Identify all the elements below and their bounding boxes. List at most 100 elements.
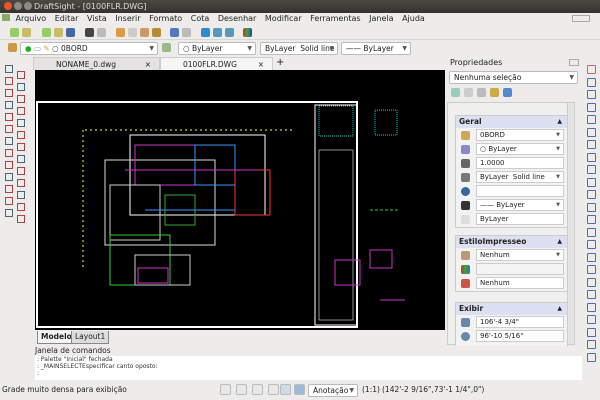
polyline-tool-icon[interactable] (17, 71, 25, 79)
ortho-toggle-icon[interactable] (252, 384, 263, 395)
minimize-window-icon[interactable] (14, 2, 22, 10)
edit-block-tool-icon[interactable] (587, 290, 596, 299)
rotate-tool-icon[interactable] (587, 152, 596, 162)
rectangle-tool-icon[interactable] (5, 89, 13, 97)
undo-icon[interactable] (170, 28, 179, 37)
zoom-icon[interactable] (225, 28, 234, 37)
lengthen-tool-icon[interactable] (587, 302, 596, 312)
polygon-tool-icon[interactable] (17, 95, 25, 103)
array-tool-icon[interactable] (5, 197, 13, 205)
region-tool-icon[interactable] (5, 161, 13, 169)
arc-tool-icon[interactable] (17, 83, 25, 91)
layer-select[interactable]: ● ▭ ✎ ○ 0BORD ▼ (20, 42, 158, 55)
cut-icon[interactable] (116, 28, 125, 37)
insert-tool-icon[interactable] (17, 167, 25, 175)
menu-janela[interactable]: Janela (369, 14, 393, 23)
open-icon[interactable] (54, 28, 63, 37)
color-field[interactable]: ○ ByLayer ▼ (476, 143, 564, 155)
select-objects-icon[interactable] (451, 88, 460, 97)
paste-icon[interactable] (140, 28, 149, 37)
drawing-canvas[interactable] (35, 70, 445, 330)
properties-scrollbar[interactable] (567, 103, 574, 344)
etrack-toggle-icon[interactable] (294, 384, 305, 395)
move-tool-icon[interactable] (587, 140, 596, 149)
spline-tool-icon[interactable] (17, 107, 25, 115)
transparency-field[interactable]: ByLayer (476, 213, 564, 225)
ellipse-tool-icon[interactable] (5, 101, 13, 109)
measure-tool-icon[interactable] (17, 179, 25, 187)
scale-tool-icon[interactable] (17, 215, 25, 223)
wipeout-tool-icon[interactable] (17, 155, 25, 163)
esnap-toggle-icon[interactable] (280, 384, 291, 395)
menu-desenhar[interactable]: Desenhar (218, 14, 257, 23)
grid-toggle-icon[interactable] (236, 384, 247, 395)
image-tool-icon[interactable] (5, 173, 13, 181)
layer-field[interactable]: 0BORD ▼ (476, 129, 564, 141)
tab-modelo[interactable]: Modelo (37, 331, 76, 344)
scale-tool-icon[interactable] (587, 165, 596, 174)
extend-tool-icon[interactable] (587, 202, 596, 212)
stretch-tool-icon[interactable] (587, 177, 596, 187)
color-palette-icon[interactable] (243, 28, 252, 37)
redo-icon[interactable] (182, 28, 191, 37)
lineweight-select[interactable]: —— ByLayer ▼ (341, 42, 411, 55)
print-table-field[interactable] (476, 263, 564, 275)
rotate-tool-icon[interactable] (5, 209, 13, 217)
filter-icon[interactable] (477, 88, 486, 97)
section-header[interactable]: EstiloImpresseo ▲ (456, 236, 567, 248)
tab-layout1[interactable]: Layout1 (71, 331, 110, 344)
section-header[interactable]: Exibir ▲ (456, 303, 567, 315)
mdi-window-controls[interactable] (572, 15, 590, 22)
copy-icon[interactable] (128, 28, 137, 37)
menu-vista[interactable]: Vista (87, 14, 107, 23)
trim-tool-icon[interactable] (587, 190, 596, 199)
pattern-tool-icon[interactable] (587, 127, 596, 137)
print-table-type-field[interactable]: Nenhum (476, 277, 564, 289)
move-tool-icon[interactable] (17, 203, 25, 211)
erase-tool-icon[interactable] (587, 65, 596, 74)
annotation-select[interactable]: Anotação ▼ (308, 384, 358, 397)
quick-select-icon[interactable] (464, 88, 473, 97)
block-tool-icon[interactable] (5, 137, 13, 145)
line-tool-icon[interactable] (5, 65, 13, 73)
snap-toggle-icon[interactable] (220, 384, 231, 395)
section-header[interactable]: Geral ▲ (456, 116, 567, 128)
tab-noname[interactable]: NONAME_0.dwg × (33, 57, 160, 70)
edit-hatch-tool-icon[interactable] (587, 277, 596, 287)
mirror-tool-icon[interactable] (587, 90, 596, 99)
tab-0100flr[interactable]: 0100FLR.DWG × (160, 57, 273, 70)
width-field[interactable]: 96'-10 5/16" (476, 330, 564, 342)
menu-formato[interactable]: Formato (149, 14, 182, 23)
hatch-tool-icon[interactable] (5, 113, 13, 121)
linetype-select[interactable]: ByLayer Solid line ▼ (260, 42, 338, 55)
menu-editar[interactable]: Editar (55, 14, 79, 23)
join-tool-icon[interactable] (587, 227, 596, 237)
circle-tool-icon[interactable] (5, 77, 13, 85)
linetype-field[interactable]: ByLayer Solid line ▼ (476, 171, 564, 183)
offset-tool-icon[interactable] (5, 185, 13, 193)
fillet-tool-icon[interactable] (587, 252, 596, 262)
save-icon[interactable] (66, 28, 75, 37)
color-select[interactable]: ○ ByLayer ▼ (178, 42, 256, 55)
linetype-scale-field[interactable]: 1.0000 (476, 157, 564, 169)
text-tool-icon[interactable] (5, 125, 13, 133)
pan-icon[interactable] (201, 28, 210, 37)
match-properties-icon[interactable] (152, 28, 161, 37)
new-drawing-icon[interactable] (42, 28, 51, 37)
print-icon[interactable] (85, 28, 94, 37)
lineweight-field[interactable]: —— ByLayer ▼ (476, 199, 564, 211)
new-from-template-icon[interactable] (22, 28, 31, 37)
layer-previous-icon[interactable] (162, 43, 171, 52)
align-tool-icon[interactable] (587, 327, 596, 337)
print-preview-icon[interactable] (97, 28, 106, 37)
menu-arquivo[interactable]: Arquivo (16, 14, 47, 23)
panel-float-close-icon[interactable] (569, 59, 579, 66)
zoom-window-icon[interactable] (213, 28, 222, 37)
menu-modificar[interactable]: Modificar (265, 14, 302, 23)
command-prompt[interactable]: : (37, 370, 582, 377)
weld-tool-icon[interactable] (587, 315, 596, 324)
toggle-pickadd-icon[interactable] (490, 88, 499, 97)
hyperlink-field[interactable] (476, 185, 564, 197)
dimension-tool-icon[interactable] (17, 131, 25, 139)
new-icon[interactable] (10, 28, 19, 37)
